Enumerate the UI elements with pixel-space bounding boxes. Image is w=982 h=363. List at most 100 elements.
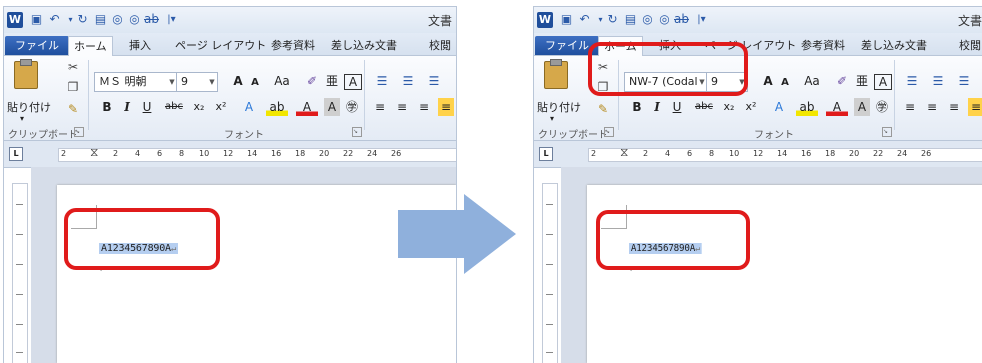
superscript-button[interactable]: x²: [742, 98, 760, 116]
save-icon[interactable]: ▣: [559, 12, 574, 27]
tab-mailings[interactable]: 差し込み文書: [326, 36, 402, 55]
align-left-icon[interactable]: ≡: [372, 98, 388, 116]
font-name-box[interactable]: ＭＳ 明朝 ▼: [94, 72, 178, 92]
tab-file[interactable]: ファイル: [5, 36, 69, 55]
bold-button[interactable]: B: [100, 98, 114, 116]
phonetic-guide-icon[interactable]: 亜: [854, 72, 870, 90]
char-border-icon[interactable]: A: [344, 74, 362, 90]
align-center-icon[interactable]: ≡: [924, 98, 940, 116]
multilevel-list-icon[interactable]: ☰: [954, 72, 974, 90]
tab-insert[interactable]: 挿入: [124, 36, 156, 55]
chevron-down-icon[interactable]: ▼: [207, 73, 217, 91]
multilevel-list-icon[interactable]: ☰: [424, 72, 444, 90]
enclose-char-icon[interactable]: ㊫: [344, 98, 360, 116]
print-preview-icon[interactable]: ▤: [93, 12, 108, 27]
justify-icon[interactable]: ≡: [438, 98, 454, 116]
tab-selector-icon[interactable]: L: [9, 147, 23, 161]
phonetic-guide-icon[interactable]: 亜: [324, 72, 340, 90]
paste-button[interactable]: 貼り付け: [537, 99, 581, 115]
change-case-button[interactable]: Aa: [270, 72, 294, 90]
clear-format-icon[interactable]: ✐: [304, 72, 320, 90]
redo-icon[interactable]: ↻: [75, 12, 90, 27]
paste-dropdown-icon[interactable]: ▾: [550, 114, 554, 123]
brush-icon[interactable]: ✎: [66, 102, 80, 116]
numbering-icon[interactable]: ☰: [928, 72, 948, 90]
indent-marker-icon[interactable]: ⧖: [90, 145, 98, 160]
font-launcher-icon[interactable]: ↘: [352, 127, 362, 137]
align-left-icon[interactable]: ≡: [902, 98, 918, 116]
grow-font-button[interactable]: A: [230, 72, 246, 90]
quick-icon-a[interactable]: ◎: [110, 12, 125, 27]
font-color-icon[interactable]: A: [826, 98, 848, 116]
underline-button[interactable]: U: [140, 98, 154, 116]
strikethrough-button[interactable]: abc: [162, 98, 186, 116]
superscript-button[interactable]: x²: [212, 98, 230, 116]
customize-qat-icon[interactable]: |▾: [694, 12, 709, 27]
tab-mailings[interactable]: 差し込み文書: [856, 36, 932, 55]
undo-icon[interactable]: ↶: [577, 12, 592, 27]
strikethrough-icon[interactable]: ab: [674, 12, 689, 27]
print-preview-icon[interactable]: ▤: [623, 12, 638, 27]
tab-selector-icon[interactable]: L: [539, 147, 553, 161]
clipboard-launcher-icon[interactable]: ↘: [74, 127, 84, 137]
quick-icon-b[interactable]: ◎: [127, 12, 142, 27]
align-center-icon[interactable]: ≡: [394, 98, 410, 116]
subscript-button[interactable]: x₂: [720, 98, 738, 116]
paste-icon[interactable]: [14, 59, 38, 89]
align-right-icon[interactable]: ≡: [946, 98, 962, 116]
undo-icon[interactable]: ↶: [47, 12, 62, 27]
align-right-icon[interactable]: ≡: [416, 98, 432, 116]
horizontal-ruler[interactable]: 2 2 4 6 8 10 12 14 16 18 20 22 24 26: [58, 148, 456, 162]
char-shading-icon[interactable]: A: [324, 98, 340, 116]
bullets-icon[interactable]: ☰: [902, 72, 922, 90]
tab-references[interactable]: 参考資料: [266, 36, 320, 55]
scissors-icon[interactable]: ✂: [66, 60, 80, 74]
strikethrough-button[interactable]: abc: [692, 98, 716, 116]
bold-button[interactable]: B: [630, 98, 644, 116]
font-color-icon[interactable]: A: [296, 98, 318, 116]
tab-page-layout[interactable]: ページ レイアウト: [170, 36, 271, 55]
shrink-font-button[interactable]: A: [248, 74, 262, 92]
numbering-icon[interactable]: ☰: [398, 72, 418, 90]
paste-icon[interactable]: [544, 59, 568, 89]
shrink-font-button[interactable]: A: [778, 74, 792, 92]
paste-dropdown-icon[interactable]: ▾: [20, 114, 24, 123]
word-icon[interactable]: W: [7, 12, 23, 28]
clipboard-launcher-icon[interactable]: ↘: [604, 127, 614, 137]
highlight-icon[interactable]: ab: [796, 98, 818, 116]
quick-icon-b[interactable]: ◎: [657, 12, 672, 27]
redo-icon[interactable]: ↻: [605, 12, 620, 27]
tab-review[interactable]: 校閲: [424, 36, 456, 55]
highlight-icon[interactable]: ab: [266, 98, 288, 116]
char-shading-icon[interactable]: A: [854, 98, 870, 116]
change-case-button[interactable]: Aa: [800, 72, 824, 90]
brush-icon[interactable]: ✎: [596, 102, 610, 116]
tab-references[interactable]: 参考資料: [796, 36, 850, 55]
save-icon[interactable]: ▣: [29, 12, 44, 27]
italic-button[interactable]: I: [120, 98, 134, 116]
font-launcher-icon[interactable]: ↘: [882, 127, 892, 137]
tab-review[interactable]: 校閲: [954, 36, 982, 55]
italic-button[interactable]: I: [650, 98, 664, 116]
word-icon[interactable]: W: [537, 12, 553, 28]
copy-icon[interactable]: ❐: [66, 80, 80, 94]
quick-icon-a[interactable]: ◎: [640, 12, 655, 27]
text-effects-icon[interactable]: A: [768, 98, 790, 116]
grow-font-button[interactable]: A: [760, 72, 776, 90]
tab-home[interactable]: ホーム: [68, 36, 113, 56]
paste-button[interactable]: 貼り付け: [7, 99, 51, 115]
indent-marker-icon[interactable]: ⧖: [620, 145, 628, 160]
horizontal-ruler[interactable]: 2 2 4 6 8 10 12 14 16 18 20 22 24 26: [588, 148, 982, 162]
enclose-char-icon[interactable]: ㊫: [874, 98, 890, 116]
text-effects-icon[interactable]: A: [238, 98, 260, 116]
justify-icon[interactable]: ≡: [968, 98, 982, 116]
font-size-box[interactable]: 9 ▼: [176, 72, 218, 92]
vertical-ruler[interactable]: [542, 183, 558, 363]
customize-qat-icon[interactable]: |▾: [164, 12, 179, 27]
underline-button[interactable]: U: [670, 98, 684, 116]
bullets-icon[interactable]: ☰: [372, 72, 392, 90]
char-border-icon[interactable]: A: [874, 74, 892, 90]
clear-format-icon[interactable]: ✐: [834, 72, 850, 90]
subscript-button[interactable]: x₂: [190, 98, 208, 116]
strikethrough-icon[interactable]: ab: [144, 12, 159, 27]
